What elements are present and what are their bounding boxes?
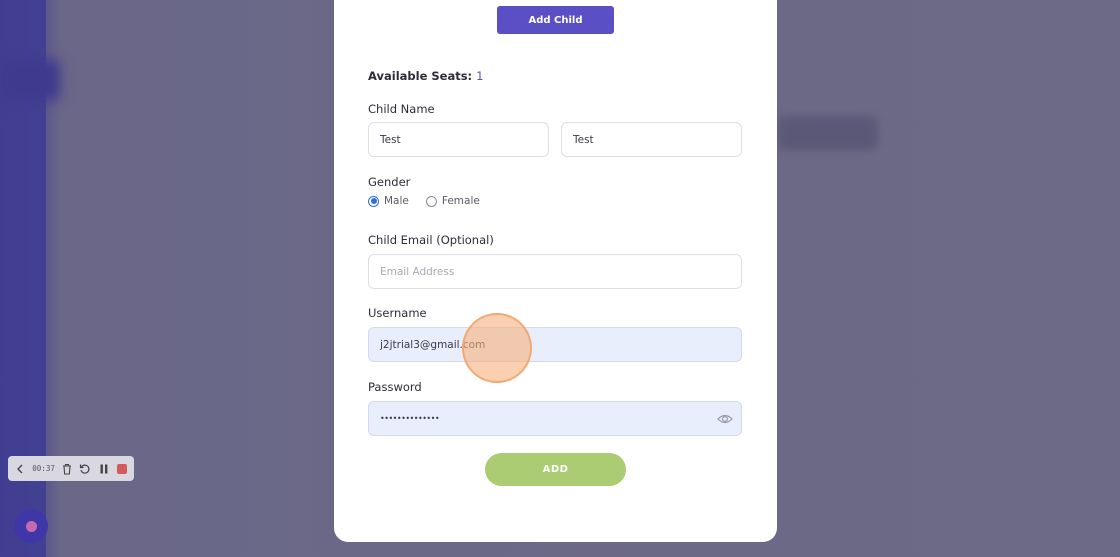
recording-time: 00:37 [32,464,55,473]
click-indicator [462,313,532,383]
gender-option-female[interactable]: Female [425,195,480,207]
password-field[interactable]: •••••••••••••• [368,401,742,436]
username-field[interactable]: j2jtrial3@gmail.com [368,327,742,362]
trash-icon[interactable] [61,462,73,476]
available-seats-value: 1 [476,69,484,83]
eye-icon[interactable] [717,412,733,426]
background-logo [0,60,60,100]
last-name-input[interactable]: Test [561,122,742,157]
email-field[interactable]: Email Address [368,254,742,289]
password-value: •••••••••••••• [380,414,440,423]
gender-label: Gender [368,175,411,189]
recorder-fab-button[interactable] [14,509,48,543]
gender-radio-group: Male Female [368,195,497,207]
username-label: Username [368,306,427,320]
background-button [778,116,878,150]
password-label: Password [368,380,422,394]
add-child-modal: Add Child Available Seats: 1 Child Name … [334,0,777,542]
restart-icon[interactable] [79,462,91,476]
available-seats: Available Seats: 1 [368,69,484,83]
add-child-button[interactable]: Add Child [497,6,614,34]
gender-option-label: Female [441,195,480,207]
gender-option-male[interactable]: Male [368,195,409,207]
radio-button-female[interactable] [425,195,437,207]
stop-icon[interactable] [116,462,128,476]
chevron-left-icon[interactable] [14,462,26,476]
child-name-label: Child Name [368,102,435,116]
gender-option-label: Male [384,195,409,207]
first-name-input[interactable]: Test [368,122,549,157]
add-button[interactable]: ADD [485,453,626,486]
radio-button-male[interactable] [368,195,379,207]
email-label: Child Email (Optional) [368,233,494,247]
pause-icon[interactable] [97,462,109,476]
available-seats-label: Available Seats: [368,69,473,83]
recording-toolbar: 00:37 [8,456,134,481]
